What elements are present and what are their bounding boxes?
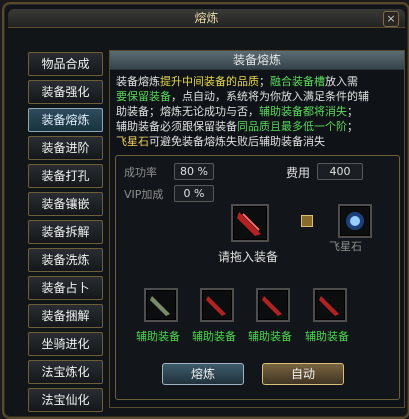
- stone-slot[interactable]: [338, 204, 372, 238]
- sidebar-item-3[interactable]: 装备进阶: [28, 136, 103, 160]
- window-title: 熔炼: [194, 11, 219, 25]
- aux-slot-4[interactable]: [313, 288, 347, 322]
- desc-line: 要保留装备，点自动，系统将为你放入满足条件的辅: [116, 89, 398, 104]
- aux-slot-2[interactable]: [200, 288, 234, 322]
- red-equip-icon: [206, 296, 226, 316]
- desc-segment: ；: [347, 105, 358, 118]
- desc-segment: ；: [347, 120, 358, 133]
- sidebar-item-1[interactable]: 装备强化: [28, 80, 103, 104]
- content-panel: 装备熔炼 装备熔炼提升中间装备的品质；融合装备槽放入需 要保留装备，点自动，系统将…: [109, 50, 405, 408]
- sidebar-item-2[interactable]: 装备熔炼: [28, 108, 103, 132]
- drop-equip-hint: 请拖入装备: [218, 250, 279, 264]
- desc-segment: 装备熔炼: [116, 75, 160, 88]
- cost-value: 400: [317, 163, 363, 180]
- sidebar-item-6[interactable]: 装备拆解: [28, 220, 103, 244]
- desc-segment: 要保留装备: [116, 90, 171, 103]
- desc-segment: 可避免装备熔炼失败后辅助装备消失: [149, 135, 325, 148]
- aux-label-1: 辅助装备: [136, 330, 180, 343]
- vip-bonus-label: VIP加成: [124, 188, 164, 201]
- desc-line: 助装备；熔炼无论成功与否，辅助装备都将消失；: [116, 104, 398, 119]
- aux-slot-3[interactable]: [256, 288, 290, 322]
- desc-segment: 融合装备槽: [270, 75, 325, 88]
- cost-label: 费用: [286, 166, 311, 180]
- red-equip-icon: [319, 296, 339, 316]
- sidebar-item-12[interactable]: 法宝仙化: [28, 388, 103, 412]
- desc-line: 飞星石可避免装备熔炼失败后辅助装备消失: [116, 134, 398, 149]
- desc-segment: 助装备；熔炼无论成功与否，: [116, 105, 259, 118]
- aux-label-3: 辅助装备: [248, 330, 292, 343]
- desc-segment: ，点自动，系统将为你放入满足条件的辅: [171, 90, 369, 103]
- stone-toggle[interactable]: [301, 215, 313, 227]
- smelt-button[interactable]: 熔炼: [162, 363, 244, 385]
- sidebar-item-11[interactable]: 法宝炼化: [28, 360, 103, 384]
- main-equip-slot[interactable]: [231, 204, 269, 242]
- success-rate-value: 80 %: [174, 163, 214, 180]
- desc-segment: 辅助装备都将消失: [259, 105, 347, 118]
- aux-label-2: 辅助装备: [192, 330, 236, 343]
- red-equip-icon: [262, 296, 282, 316]
- aux-slot-1[interactable]: [144, 288, 178, 322]
- desc-line: 辅助装备必须跟保留装备同品质且最多低一个阶；: [116, 119, 398, 134]
- auto-button[interactable]: 自动: [262, 363, 344, 385]
- sidebar-item-7[interactable]: 装备洗炼: [28, 248, 103, 272]
- stone-icon: [346, 212, 364, 230]
- desc-segment: 同品质且最多低一个阶: [237, 120, 347, 133]
- sidebar-item-0[interactable]: 物品合成: [28, 52, 103, 76]
- desc-segment: 飞星石: [116, 135, 149, 148]
- smelt-panel: 成功率 80 % VIP加成 0 % 费用 400 请拖入装备 飞星石 辅助装备…: [115, 155, 400, 400]
- sidebar: 物品合成装备强化装备熔炼装备进阶装备打孔装备镶嵌装备拆解装备洗炼装备占卜装备捆解…: [28, 52, 103, 416]
- desc-segment: 提升中间装备的品质: [160, 75, 259, 88]
- sidebar-item-9[interactable]: 装备捆解: [28, 304, 103, 328]
- success-rate-label: 成功率: [124, 166, 157, 179]
- desc-segment: 放入需: [325, 75, 358, 88]
- desc-segment: ；: [259, 75, 270, 88]
- sidebar-item-8[interactable]: 装备占卜: [28, 276, 103, 300]
- stone-label: 飞星石: [329, 240, 362, 253]
- window-titlebar[interactable]: 熔炼 ×: [8, 9, 405, 28]
- content-title: 装备熔炼: [110, 51, 404, 70]
- red-armor-icon: [237, 212, 261, 236]
- gray-equip-icon: [150, 296, 170, 316]
- description-text: 装备熔炼提升中间装备的品质；融合装备槽放入需 要保留装备，点自动，系统将为你放入满…: [110, 70, 404, 153]
- aux-label-4: 辅助装备: [305, 330, 349, 343]
- desc-segment: 辅助装备必须跟保留装备: [116, 120, 237, 133]
- vip-bonus-value: 0 %: [174, 185, 214, 202]
- close-button[interactable]: ×: [383, 11, 399, 27]
- desc-line: 装备熔炼提升中间装备的品质；融合装备槽放入需: [116, 74, 398, 89]
- sidebar-item-5[interactable]: 装备镶嵌: [28, 192, 103, 216]
- sidebar-item-10[interactable]: 坐骑进化: [28, 332, 103, 356]
- sidebar-item-4[interactable]: 装备打孔: [28, 164, 103, 188]
